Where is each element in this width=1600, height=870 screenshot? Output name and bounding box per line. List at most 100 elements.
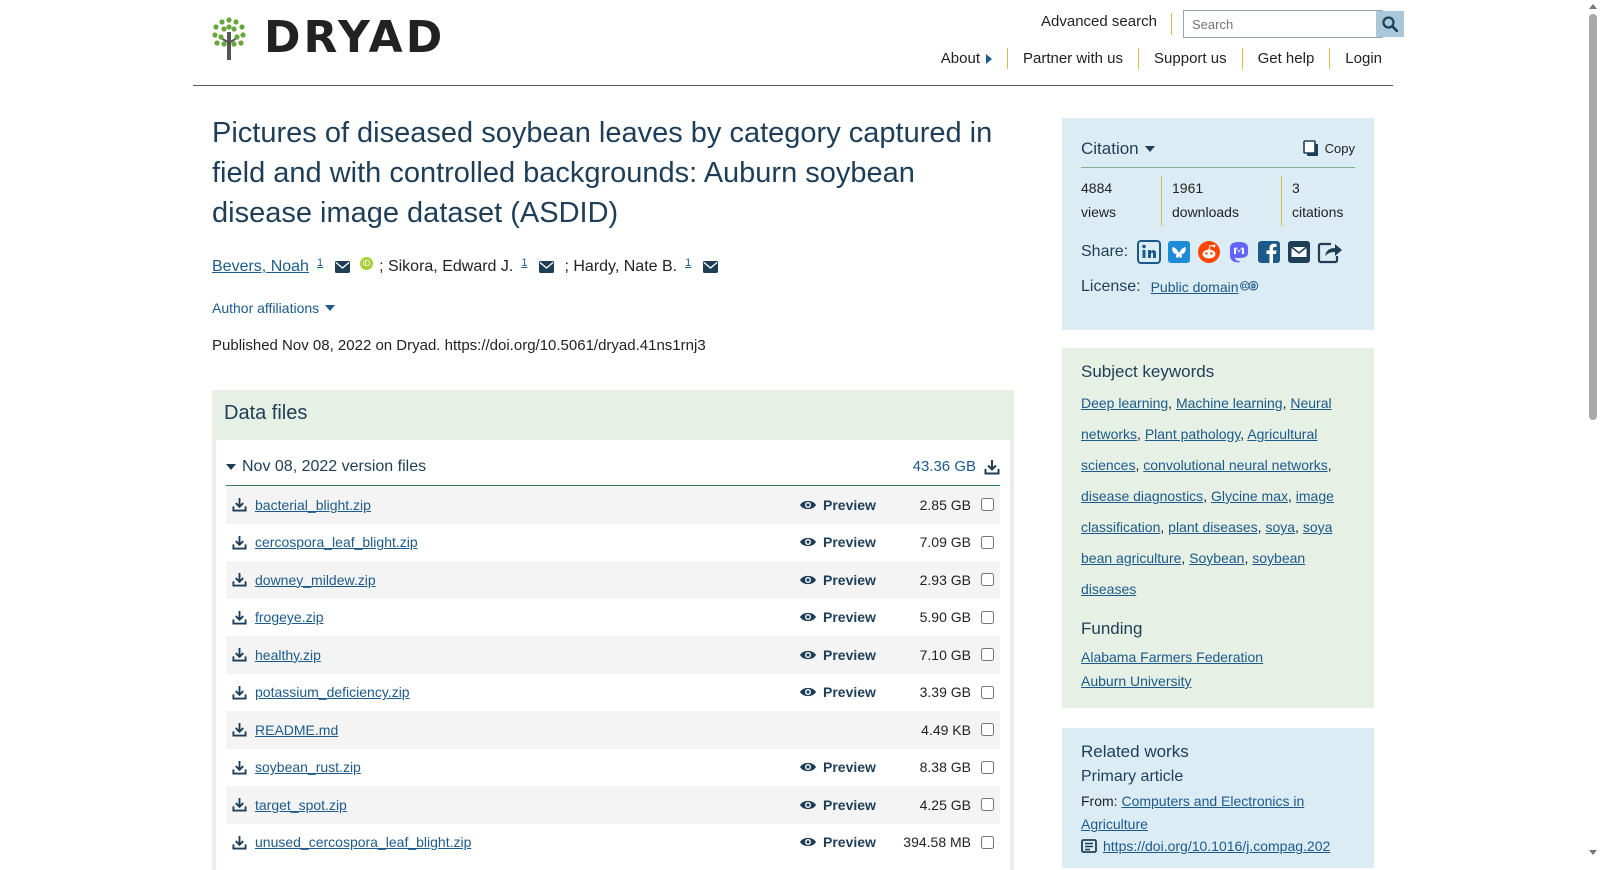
scroll-down-icon[interactable] (1589, 850, 1597, 855)
nav-support[interactable]: Support us (1139, 48, 1243, 69)
file-download: healthy.zip (232, 647, 799, 663)
download-icon[interactable] (232, 647, 247, 662)
preview-button[interactable]: Preview (799, 497, 889, 513)
affiliation-marker[interactable]: 1 (521, 257, 527, 269)
file-link[interactable]: bacterial_blight.zip (255, 497, 371, 513)
scroll-thumb[interactable] (1589, 14, 1597, 420)
keyword-link[interactable]: Glycine max (1211, 488, 1288, 504)
eye-icon (800, 575, 816, 584)
envelope-icon[interactable] (335, 261, 351, 273)
funder-link[interactable]: Auburn University (1081, 669, 1355, 693)
preview-button[interactable]: Preview (799, 834, 889, 850)
download-icon[interactable] (232, 497, 247, 512)
envelope-icon[interactable] (539, 261, 555, 273)
keyword-link[interactable]: Plant pathology (1145, 426, 1240, 442)
page-scrollbar[interactable] (1586, 0, 1600, 861)
preview-button[interactable]: Preview (799, 572, 889, 588)
mastodon-icon[interactable] (1227, 240, 1251, 264)
search-button[interactable] (1376, 11, 1404, 37)
download-icon[interactable] (232, 722, 247, 737)
file-link[interactable]: target_spot.zip (255, 797, 347, 813)
related-heading: Related works (1081, 742, 1189, 761)
license-link[interactable]: Public domain (1151, 279, 1239, 295)
preview-label: Preview (823, 571, 876, 588)
file-select-checkbox[interactable] (981, 648, 994, 662)
reddit-icon[interactable] (1197, 240, 1221, 264)
keyword-link[interactable]: Machine learning (1176, 395, 1283, 411)
envelope-icon[interactable] (703, 261, 719, 273)
keyword-link[interactable]: disease diagnostics (1081, 488, 1203, 504)
advanced-search-link[interactable]: Advanced search (1041, 13, 1172, 35)
funder-link[interactable]: Alabama Farmers Federation (1081, 645, 1355, 669)
file-link[interactable]: downey_mildew.zip (255, 572, 376, 588)
dryad-logo[interactable]: DRYAD (212, 16, 445, 60)
version-files-header[interactable]: Nov 08, 2022 version files 43.36 GB (226, 448, 1000, 486)
doi-link[interactable]: https://doi.org/10.1016/j.compag.202 (1103, 838, 1330, 854)
download-icon[interactable] (232, 835, 247, 850)
download-icon[interactable] (232, 535, 247, 550)
keyword-link[interactable]: Soybean (1189, 550, 1244, 566)
file-link[interactable]: potassium_deficiency.zip (255, 684, 410, 700)
affiliation-marker[interactable]: 1 (317, 257, 323, 269)
download-icon[interactable] (232, 685, 247, 700)
version-toggle[interactable]: Nov 08, 2022 version files (226, 458, 426, 476)
download-icon[interactable] (232, 760, 247, 775)
file-select-checkbox[interactable] (981, 685, 994, 699)
file-size: 7.10 GB (919, 646, 971, 663)
preview-button[interactable]: Preview (799, 534, 889, 550)
file-select-checkbox[interactable] (981, 835, 994, 849)
nav-help[interactable]: Get help (1243, 48, 1331, 69)
chevron-down-icon (325, 305, 336, 311)
file-select-checkbox[interactable] (981, 760, 994, 774)
copy-citation-button[interactable]: Copy (1302, 140, 1355, 157)
nav-partner[interactable]: Partner with us (1008, 48, 1140, 69)
download-icon[interactable] (232, 610, 247, 625)
email-share-icon[interactable] (1287, 240, 1311, 264)
orcid-icon[interactable]: iD (360, 256, 374, 270)
scroll-up-icon[interactable] (1589, 4, 1597, 9)
preview-button[interactable]: Preview (799, 647, 889, 663)
file-select-checkbox[interactable] (981, 610, 994, 624)
author-name-link[interactable]: Bevers, Noah (212, 258, 309, 276)
preview-label: Preview (823, 534, 876, 551)
facebook-icon[interactable] (1257, 240, 1281, 264)
download-icon[interactable] (232, 797, 247, 812)
file-link[interactable]: cercospora_leaf_blight.zip (255, 534, 418, 550)
nav-about[interactable]: About (926, 48, 1008, 69)
keyword-link[interactable]: plant diseases (1168, 519, 1258, 535)
search-input[interactable] (1184, 11, 1376, 37)
file-select-checkbox[interactable] (981, 535, 994, 549)
download-icon[interactable] (232, 572, 247, 587)
linkedin-icon[interactable] (1137, 240, 1162, 264)
keyword-link[interactable]: Deep learning (1081, 395, 1168, 411)
file-link[interactable]: soybean_rust.zip (255, 759, 361, 775)
eye-icon (800, 650, 816, 659)
file-link[interactable]: frogeye.zip (255, 609, 323, 625)
author-affiliations-toggle[interactable]: Author affiliations (212, 300, 336, 316)
citations-stat[interactable]: 3 citations (1281, 176, 1351, 226)
nav-login[interactable]: Login (1330, 48, 1382, 69)
bluesky-icon[interactable] (1167, 240, 1191, 264)
preview-label: Preview (823, 796, 876, 813)
eye-icon (800, 800, 816, 809)
share-icon[interactable] (1317, 240, 1343, 264)
preview-button[interactable]: Preview (799, 684, 889, 700)
affiliation-marker[interactable]: 1 (685, 257, 691, 269)
preview-button[interactable]: Preview (799, 759, 889, 775)
file-select-checkbox[interactable] (981, 798, 994, 812)
file-download: cercospora_leaf_blight.zip (232, 534, 799, 550)
download-all[interactable]: 43.36 GB (913, 458, 1000, 475)
keyword-link[interactable]: convolutional neural networks (1143, 457, 1327, 473)
preview-button[interactable]: Preview (799, 609, 889, 625)
keyword-link[interactable]: soya (1265, 519, 1295, 535)
file-select-checkbox[interactable] (981, 498, 994, 512)
citation-toggle[interactable]: Citation (1081, 139, 1155, 159)
file-link[interactable]: healthy.zip (255, 647, 321, 663)
file-link[interactable]: README.md (255, 722, 338, 738)
file-select-checkbox[interactable] (981, 723, 994, 737)
citation-panel: Citation Copy 4884 views 1961 downloads 3 c… (1062, 118, 1374, 330)
preview-button[interactable]: Preview (799, 797, 889, 813)
file-select-checkbox[interactable] (981, 573, 994, 587)
file-link[interactable]: unused_cercospora_leaf_blight.zip (255, 834, 471, 850)
downloads-label: downloads (1172, 204, 1239, 220)
